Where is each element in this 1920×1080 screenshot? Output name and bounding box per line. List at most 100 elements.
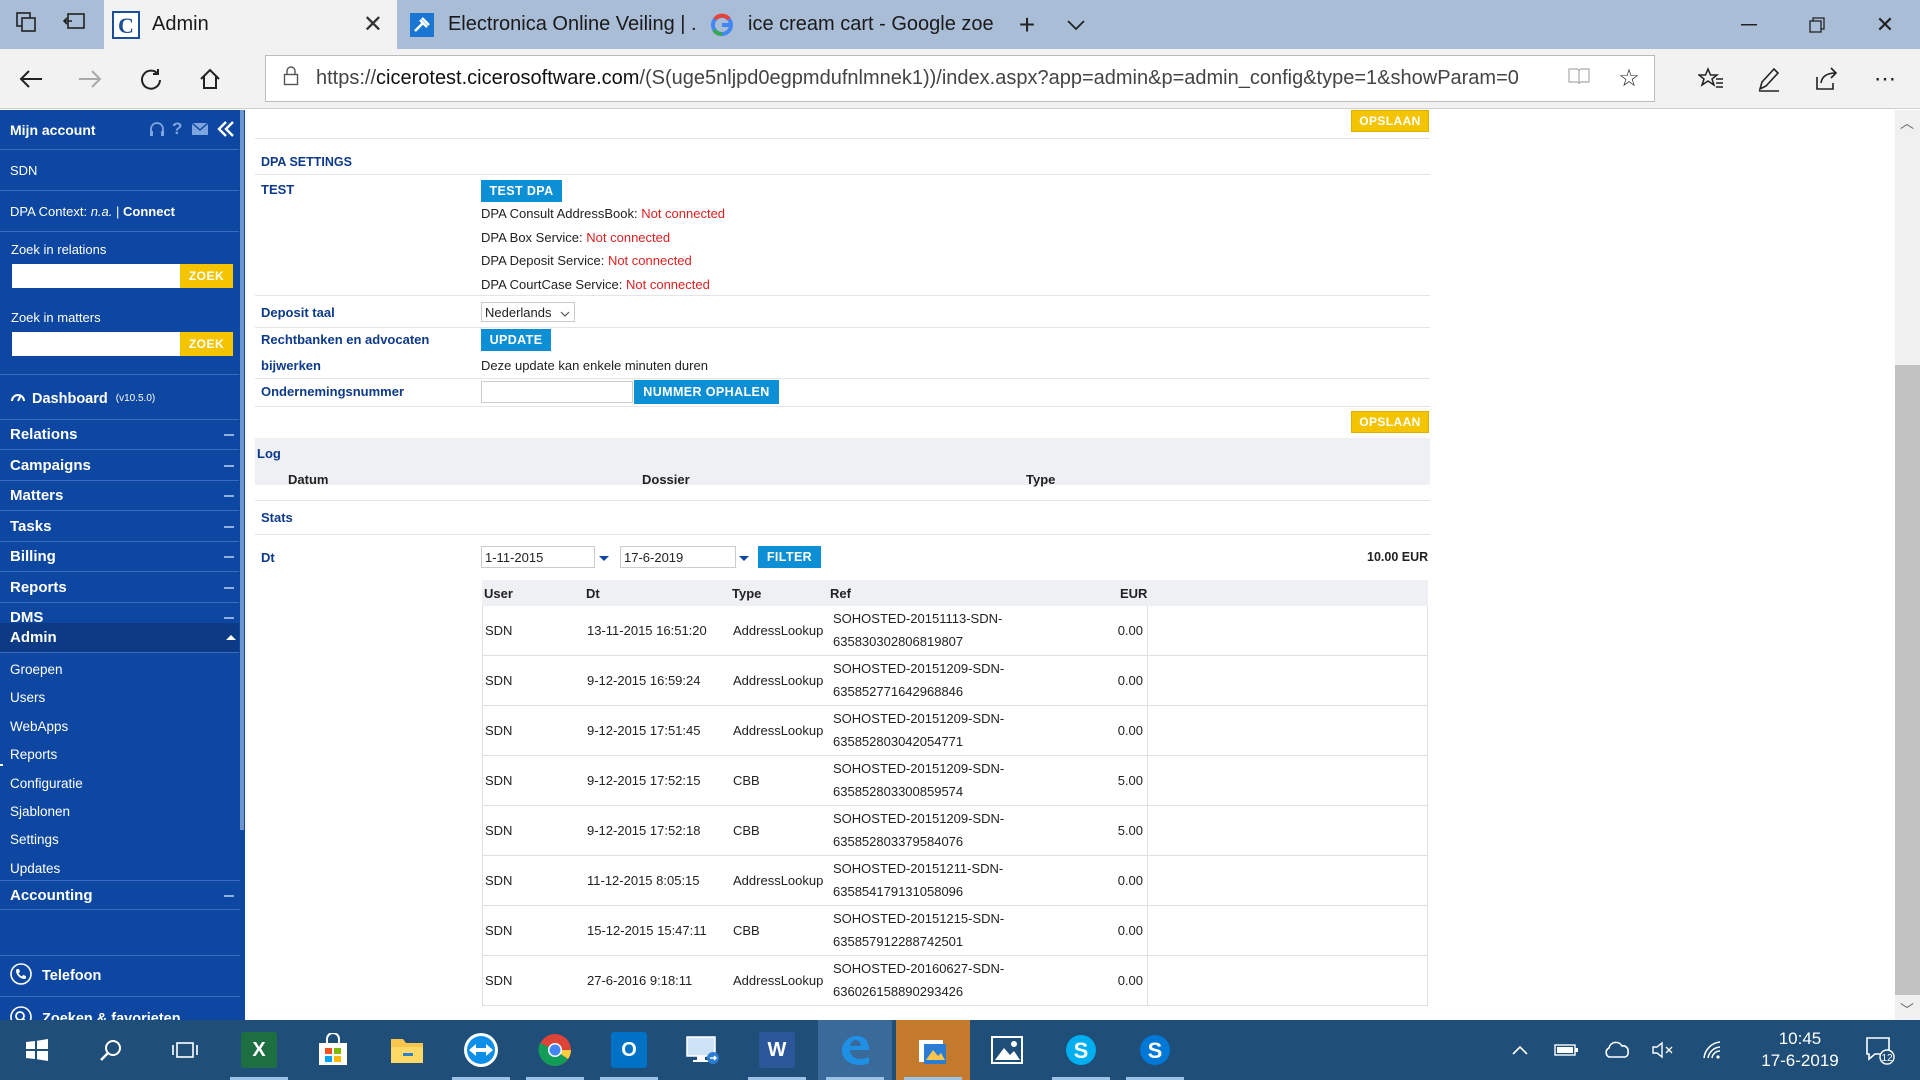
url-text[interactable]: https://cicerotest.cicerosoftware.com/(S… [316, 67, 1554, 90]
date-to-input[interactable]: 17-6-2019 [620, 546, 736, 568]
scroll-up-icon[interactable]: ︿ [1900, 113, 1914, 133]
mail-icon[interactable] [191, 122, 209, 139]
favorites-hub-icon[interactable] [1695, 63, 1727, 95]
favorite-star-icon[interactable]: ☆ [1604, 64, 1654, 93]
admin-item-users[interactable]: Users [10, 690, 45, 705]
my-account-link[interactable]: Mijn account [10, 122, 96, 138]
edge-icon[interactable] [818, 1020, 892, 1080]
photos-icon[interactable] [970, 1020, 1044, 1080]
store-icon[interactable] [296, 1020, 370, 1080]
home-icon[interactable] [194, 63, 226, 95]
table-row[interactable]: SDN 27-6-2016 9:18:11 AddressLookup 0.00 SOH… [482, 956, 1428, 1006]
word-icon[interactable]: W [740, 1020, 814, 1080]
lock-icon[interactable] [266, 65, 316, 92]
sidebar-item-matters[interactable]: Matters [0, 481, 240, 511]
admin-item-reports[interactable]: Reports [10, 747, 57, 762]
collapse-sidebar-icon[interactable] [217, 120, 235, 141]
show-hidden-icons-chevron-icon[interactable] [1505, 1020, 1535, 1080]
action-center-icon[interactable]: 12 [1860, 1020, 1900, 1080]
scroll-down-icon[interactable]: ﹀ [1900, 1000, 1914, 1020]
filter-button[interactable]: FILTER [758, 546, 821, 568]
search-matters-button[interactable]: ZOEK [180, 332, 233, 356]
table-row[interactable]: SDN 11-12-2015 8:05:15 AddressLookup 0.00 SO… [482, 856, 1428, 906]
sidebar-item-relations[interactable]: Relations [0, 420, 240, 450]
tab-admin[interactable]: C Admin ✕ [104, 0, 397, 49]
battery-icon[interactable] [1550, 1020, 1584, 1080]
table-row[interactable]: SDN 9-12-2015 17:52:18 CBB 5.00 SOHOSTED-201… [482, 806, 1428, 856]
refresh-icon[interactable] [135, 63, 167, 95]
skype-icon[interactable]: S [1044, 1020, 1118, 1080]
reading-view-icon[interactable] [1554, 67, 1604, 91]
photos-folder-icon[interactable] [896, 1020, 970, 1080]
volume-muted-icon[interactable] [1648, 1020, 1678, 1080]
admin-item-settings[interactable]: Settings [10, 832, 59, 847]
table-row[interactable]: SDN 9-12-2015 17:51:45 AddressLookup 0.00 SO… [482, 706, 1428, 756]
sidebar-scrollbar[interactable] [239, 110, 245, 830]
scroll-thumb[interactable] [1895, 365, 1920, 995]
log-col-datum[interactable]: Datum [288, 472, 328, 487]
wifi-icon[interactable] [1697, 1020, 1727, 1080]
skype-business-icon[interactable]: S [1118, 1020, 1192, 1080]
sidebar-item-billing[interactable]: Billing [0, 542, 240, 572]
page-scrollbar[interactable]: ︿ ﹀ [1895, 110, 1920, 1020]
tab-list-chevron-icon[interactable] [1062, 11, 1090, 39]
tab-manager-icon[interactable] [12, 11, 40, 39]
minimize-icon[interactable] [1714, 0, 1784, 49]
forward-icon[interactable] [74, 63, 106, 95]
search-relations-button[interactable]: ZOEK [180, 264, 233, 288]
sidebar-item-accounting[interactable]: Accounting [0, 880, 240, 910]
search-relations-input[interactable] [12, 264, 180, 288]
table-row[interactable]: SDN 9-12-2015 16:59:24 AddressLookup 0.00 SO… [482, 656, 1428, 706]
col-user[interactable]: User [484, 586, 513, 601]
admin-item-updates[interactable]: Updates [10, 861, 60, 876]
address-bar[interactable]: https://cicerotest.cicerosoftware.com/(S… [265, 55, 1655, 102]
save-button-bottom[interactable]: OPSLAAN [1351, 411, 1429, 433]
chrome-icon[interactable] [518, 1020, 592, 1080]
notes-pen-icon[interactable] [1753, 63, 1785, 95]
more-menu-icon[interactable]: ⋯ [1869, 63, 1901, 95]
search-icon[interactable] [74, 1020, 148, 1080]
test-dpa-button[interactable]: TEST DPA [481, 180, 562, 202]
date-to-dropdown-icon[interactable] [739, 556, 749, 561]
sidebar-zoeken-favorieten[interactable]: Zoeken & favorieten [0, 998, 240, 1020]
system-clock[interactable]: 10:45 17-6-2019 [1740, 1028, 1860, 1072]
col-eur[interactable]: EUR [1120, 586, 1147, 601]
date-from-input[interactable]: 1-11-2015 [481, 546, 595, 568]
teamviewer-icon[interactable] [444, 1020, 518, 1080]
close-window-icon[interactable]: ✕ [1850, 0, 1920, 49]
nummer-ophalen-button[interactable]: NUMMER OPHALEN [634, 380, 779, 404]
save-button-top[interactable]: OPSLAAN [1351, 110, 1429, 132]
headset-icon[interactable] [148, 121, 166, 142]
dpa-connect-link[interactable]: Connect [123, 204, 175, 219]
share-icon[interactable] [1811, 63, 1843, 95]
update-button[interactable]: UPDATE [481, 329, 551, 351]
restore-icon[interactable] [1782, 0, 1852, 49]
deposit-taal-select[interactable]: Nederlands [481, 302, 575, 322]
sidebar-item-reports[interactable]: Reports [0, 573, 240, 603]
table-row[interactable]: SDN 15-12-2015 15:47:11 CBB 0.00 SOHOSTED-20… [482, 906, 1428, 956]
tabs-aside-icon[interactable] [60, 11, 88, 39]
close-tab-icon[interactable]: ✕ [363, 10, 383, 39]
table-row[interactable]: SDN 13-11-2015 16:51:20 AddressLookup 0.00 S… [482, 606, 1428, 656]
col-ref[interactable]: Ref [830, 586, 851, 601]
excel-icon[interactable]: X [222, 1020, 296, 1080]
log-col-dossier[interactable]: Dossier [642, 472, 690, 487]
back-icon[interactable] [15, 63, 47, 95]
remote-desktop-icon[interactable] [666, 1020, 740, 1080]
admin-item-configuratie[interactable]: Configuratie [10, 776, 83, 791]
help-icon[interactable]: ? [172, 119, 182, 139]
windows-start-icon[interactable] [0, 1020, 74, 1080]
admin-item-groepen[interactable]: Groepen [10, 662, 63, 677]
tab-google[interactable]: ice cream cart - Google zoe [700, 0, 1000, 49]
log-col-type[interactable]: Type [1026, 472, 1055, 487]
search-matters-input[interactable] [12, 332, 180, 356]
admin-item-sjablonen[interactable]: Sjablonen [10, 804, 70, 819]
sidebar-item-admin[interactable]: Admin [0, 623, 240, 653]
new-tab-icon[interactable]: + [1013, 11, 1041, 39]
sidebar-dashboard[interactable]: Dashboard (v10.5.0) [0, 378, 240, 420]
onedrive-icon[interactable] [1600, 1020, 1634, 1080]
ondernemingsnummer-input[interactable] [481, 381, 633, 403]
outlook-icon[interactable]: O [592, 1020, 666, 1080]
sidebar-item-tasks[interactable]: Tasks [0, 512, 240, 542]
file-explorer-icon[interactable] [370, 1020, 444, 1080]
